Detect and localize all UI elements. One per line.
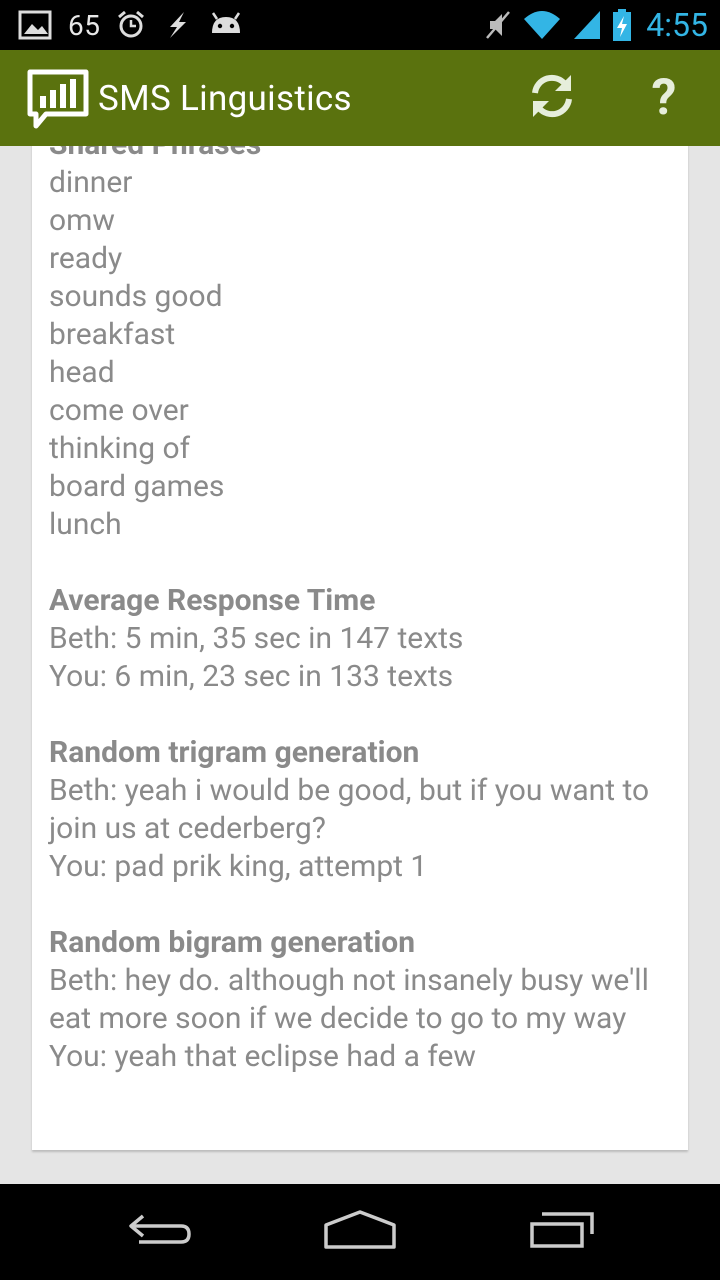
phrase-item: come over [49,393,189,428]
image-notification-icon [18,10,52,40]
refresh-icon [527,71,577,125]
refresh-button[interactable] [504,50,600,146]
phrase-item: head [49,355,115,390]
stats-card: Shared Phrases dinner omw ready sounds g… [32,146,688,1150]
shared-phrases-heading: Shared Phrases [49,146,679,164]
back-icon [125,1210,195,1254]
home-button[interactable] [290,1184,430,1280]
android-icon [208,11,244,39]
phrase-item: omw [49,203,115,238]
wifi-icon [522,9,562,41]
battery-charging-icon [612,8,632,42]
action-bar: SMS Linguistics ? [0,50,720,146]
app-logo-icon[interactable] [26,68,90,134]
phrase-item: thinking of [49,431,191,466]
response-time-beth: Beth: 5 min, 35 sec in 147 texts [49,621,464,656]
notification-count: 65 [68,8,101,42]
home-icon [322,1209,398,1255]
bigram-heading: Random bigram generation [49,925,416,960]
phrase-item: ready [49,241,123,276]
phrase-item: sounds good [49,279,223,314]
app-title: SMS Linguistics [98,78,352,119]
flash-icon [162,10,192,40]
trigram-beth: Beth: yeah i would be good, but if you w… [49,773,650,846]
bigram-you: You: yeah that eclipse had a few [49,1039,476,1074]
phrase-item: breakfast [49,317,176,352]
recent-apps-button[interactable] [492,1184,632,1280]
phrase-item: dinner [49,165,133,200]
signal-icon [572,9,602,41]
navigation-bar [0,1184,720,1280]
content-scroll-area[interactable]: Shared Phrases dinner omw ready sounds g… [0,146,720,1184]
trigram-you: You: pad prik king, attempt 1 [49,849,428,884]
clock: 4:55 [646,6,708,44]
response-time-you: You: 6 min, 23 sec in 133 texts [49,659,454,694]
help-button[interactable]: ? [616,50,712,146]
mute-icon [484,9,512,41]
status-bar: 65 4:55 [0,0,720,50]
alarm-icon [116,10,146,40]
phrase-item: lunch [49,507,122,542]
bigram-beth: Beth: hey do. although not insanely busy… [49,963,649,1036]
recent-apps-icon [526,1210,598,1254]
response-time-heading: Average Response Time [49,583,376,618]
phrase-item: board games [49,469,225,504]
trigram-heading: Random trigram generation [49,735,420,770]
stats-text: Shared Phrases dinner omw ready sounds g… [49,146,679,1076]
back-button[interactable] [90,1184,230,1280]
